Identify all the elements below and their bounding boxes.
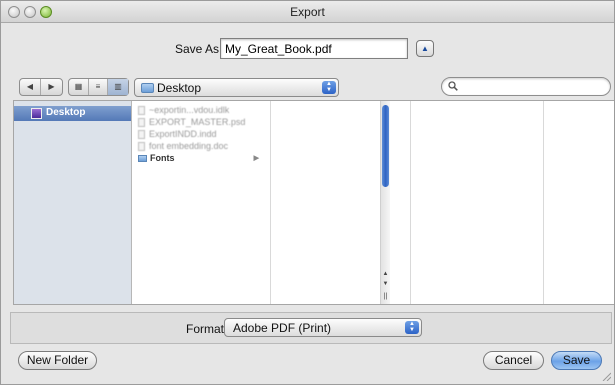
file-name: ~exportin...vdou.idlk <box>149 105 230 115</box>
triangle-up-icon: ▲ <box>421 44 429 53</box>
format-popup[interactable]: Adobe PDF (Print) ▲ ▼ <box>224 318 422 337</box>
file-column-3 <box>411 101 544 304</box>
file-row[interactable]: ExportINDD.indd <box>138 129 217 140</box>
file-row[interactable]: EXPORT_MASTER.psd <box>138 117 245 128</box>
format-panel: Format: Adobe PDF (Print) ▲ ▼ <box>10 312 612 344</box>
forward-arrow-icon: ▶ <box>48 82 55 91</box>
view-mode-control: ▦ ≡ ▥ <box>68 78 129 96</box>
column-view-button[interactable]: ▥ <box>108 79 128 95</box>
forward-button[interactable]: ▶ <box>41 79 62 95</box>
folder-name: Fonts <box>150 153 175 163</box>
document-icon <box>138 118 145 128</box>
list-view-button[interactable]: ≡ <box>89 79 108 95</box>
document-icon <box>138 130 145 140</box>
popup-arrows-icon: ▲ ▼ <box>405 321 419 334</box>
columns-icon: ▥ <box>114 82 122 91</box>
search-icon <box>448 81 458 91</box>
file-row[interactable]: font embedding.doc <box>138 141 228 152</box>
sidebar: Desktop <box>14 101 132 304</box>
popup-arrows-icon: ▲ ▼ <box>322 81 336 94</box>
window-title: Export <box>290 5 325 19</box>
file-column-4 <box>544 101 615 304</box>
folder-icon <box>138 155 147 163</box>
save-as-input[interactable] <box>220 38 408 59</box>
resize-grip-icon[interactable] <box>601 371 611 381</box>
file-name: ExportINDD.indd <box>149 129 217 139</box>
document-icon <box>138 106 145 116</box>
file-name: font embedding.doc <box>149 141 229 151</box>
document-icon <box>138 142 145 152</box>
chevron-right-icon: ▶ <box>253 155 259 162</box>
save-button[interactable]: Save <box>551 351 602 370</box>
collapse-dialog-button[interactable]: ▲ <box>416 40 434 57</box>
desktop-icon <box>31 108 42 119</box>
file-name: EXPORT_MASTER.psd <box>149 117 246 127</box>
browser-toolbar: ◀ ▶ ▦ ≡ ▥ Desktop ▲ ▼ <box>1 74 614 102</box>
folder-icon <box>141 83 154 93</box>
folder-row[interactable]: Fonts ▶ <box>138 153 263 164</box>
title-bar[interactable]: Export <box>1 1 614 23</box>
icon-view-button[interactable]: ▦ <box>69 79 89 95</box>
format-label: Format: <box>186 322 228 336</box>
save-as-label: Save As: <box>175 42 223 56</box>
format-value: Adobe PDF (Print) <box>233 321 332 335</box>
sidebar-item-desktop[interactable]: Desktop <box>14 106 131 121</box>
grid-icon: ▦ <box>74 82 83 91</box>
list-icon: ≡ <box>95 82 101 91</box>
file-column-1: ~exportin...vdou.idlk EXPORT_MASTER.psd … <box>132 101 390 304</box>
export-dialog: Export Save As: ▲ ◀ ▶ ▦ ≡ ▥ Desktop ▲▼ <box>0 0 615 385</box>
file-row[interactable]: ~exportin...vdou.idlk <box>138 105 229 116</box>
cancel-button[interactable]: Cancel <box>483 351 544 370</box>
sidebar-item-label: Desktop <box>46 107 86 118</box>
location-label: Desktop <box>157 81 202 95</box>
back-button[interactable]: ◀ <box>20 79 41 95</box>
back-arrow-icon: ◀ <box>26 82 34 91</box>
location-popup[interactable]: Desktop ▲ ▼ <box>134 78 339 97</box>
save-as-row: Save As: ▲ <box>1 38 614 60</box>
search-field[interactable] <box>441 77 611 96</box>
file-column-2 <box>273 101 411 304</box>
file-browser: Desktop ~exportin...vdou.idlk EXPORT_MAS… <box>13 100 614 305</box>
back-forward-control: ◀ ▶ <box>19 78 63 96</box>
new-folder-button[interactable]: New Folder <box>18 351 97 370</box>
